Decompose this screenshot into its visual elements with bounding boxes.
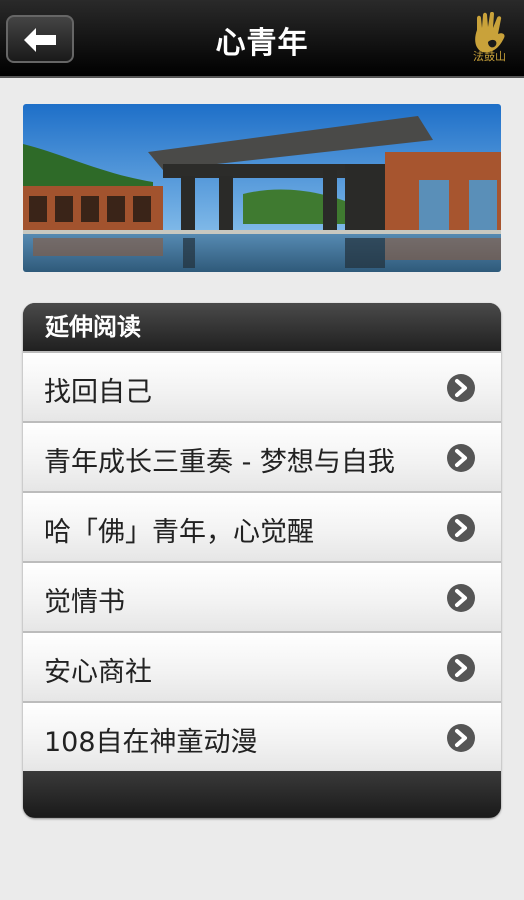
chevron-right-icon: [447, 444, 475, 472]
app-logo: 法鼓山: [468, 11, 516, 70]
list-item-label: 108自在神童动漫: [44, 727, 258, 758]
section-title: 延伸阅读: [23, 303, 501, 351]
chevron-right-icon: [447, 514, 475, 542]
list-item[interactable]: 108自在神童动漫: [23, 701, 501, 771]
list-item[interactable]: 安心商社: [23, 631, 501, 701]
chevron-right-icon: [447, 654, 475, 682]
logo-text: 法鼓山: [473, 50, 506, 63]
chevron-right-icon: [447, 724, 475, 752]
list-item[interactable]: 哈「佛」青年，心觉醒: [23, 491, 501, 561]
chevron-right-icon: [447, 374, 475, 402]
list-item[interactable]: 青年成长三重奏 - 梦想与自我: [23, 421, 501, 491]
list-item[interactable]: 找回自己: [23, 351, 501, 421]
list-item-label: 安心商社: [44, 657, 152, 688]
list-item-label: 觉情书: [44, 587, 125, 618]
list-item-label: 青年成长三重奏 - 梦想与自我: [44, 447, 395, 478]
chevron-right-icon: [447, 584, 475, 612]
panel-footer: [23, 771, 501, 817]
list-item-label: 找回自己: [44, 377, 152, 408]
top-bar: 心青年 法鼓山: [0, 0, 524, 78]
list-item[interactable]: 觉情书: [23, 561, 501, 631]
list-item-label: 哈「佛」青年，心觉醒: [44, 517, 314, 548]
page-title: 心青年: [215, 26, 309, 61]
banner-image: [23, 104, 501, 272]
reading-panel: 延伸阅读 找回自己 青年成长三重奏 - 梦想与自我 哈「佛」青年，心觉醒 觉情书…: [23, 303, 501, 818]
